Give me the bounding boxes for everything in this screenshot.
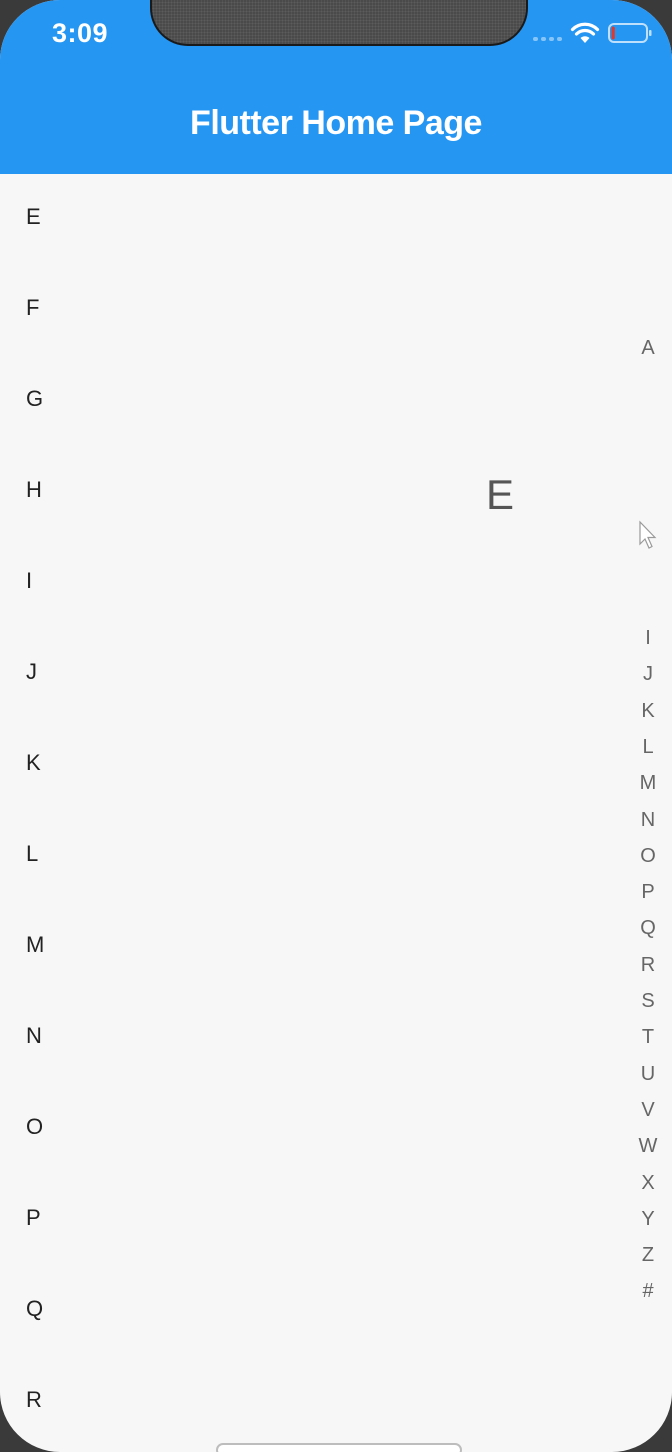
index-letter[interactable]: Z — [630, 1243, 666, 1267]
list-item[interactable]: Q — [26, 1294, 43, 1324]
list-item[interactable]: O — [26, 1112, 43, 1142]
index-letter[interactable]: O — [630, 844, 666, 868]
wifi-icon — [570, 22, 600, 43]
index-bubble: E — [486, 471, 515, 518]
index-letter[interactable]: R — [630, 953, 666, 977]
list-item[interactable]: R — [26, 1385, 42, 1415]
index-letter[interactable]: N — [630, 808, 666, 832]
list-item[interactable]: N — [26, 1021, 42, 1051]
list-item[interactable]: K — [26, 748, 41, 778]
index-letter[interactable]: P — [630, 880, 666, 904]
status-time: 3:09 — [52, 18, 109, 48]
list-item[interactable]: I — [26, 566, 32, 596]
cellular-signal-icon — [533, 37, 562, 41]
list-item[interactable]: P — [26, 1203, 41, 1233]
index-letter[interactable]: T — [630, 1025, 666, 1049]
index-letter[interactable]: I — [630, 626, 666, 650]
list-item[interactable]: J — [26, 657, 37, 687]
index-letter[interactable]: J — [630, 662, 666, 686]
index-letter[interactable]: U — [630, 1062, 666, 1086]
list-item[interactable]: M — [26, 930, 44, 960]
index-letter[interactable]: K — [630, 699, 666, 723]
index-letter[interactable]: M — [630, 771, 666, 795]
list-item[interactable]: H — [26, 475, 42, 505]
index-letter[interactable]: Q — [630, 916, 666, 940]
index-letter[interactable]: A — [630, 336, 666, 360]
mouse-cursor-icon — [639, 520, 657, 549]
index-letter[interactable]: W — [630, 1134, 666, 1158]
device-notch — [150, 0, 528, 46]
phone-screen: 3:09 Flutter Home Page EFGHIJKLMNOPQR E … — [0, 0, 672, 1452]
battery-icon — [608, 23, 652, 43]
battery-level-fill — [611, 26, 615, 40]
index-letter[interactable]: V — [630, 1098, 666, 1122]
index-letter[interactable]: Y — [630, 1207, 666, 1231]
list-item[interactable]: F — [26, 293, 39, 323]
index-letter[interactable]: L — [630, 735, 666, 759]
app-bar: 3:09 Flutter Home Page — [0, 0, 672, 174]
index-letter[interactable]: X — [630, 1171, 666, 1195]
list-item[interactable]: G — [26, 384, 43, 414]
page-title: Flutter Home Page — [190, 104, 482, 142]
list-item[interactable]: L — [26, 839, 38, 869]
list-item[interactable]: E — [26, 202, 41, 232]
home-indicator[interactable] — [216, 1443, 462, 1452]
index-letter[interactable]: # — [630, 1279, 666, 1303]
index-letter[interactable]: S — [630, 989, 666, 1013]
